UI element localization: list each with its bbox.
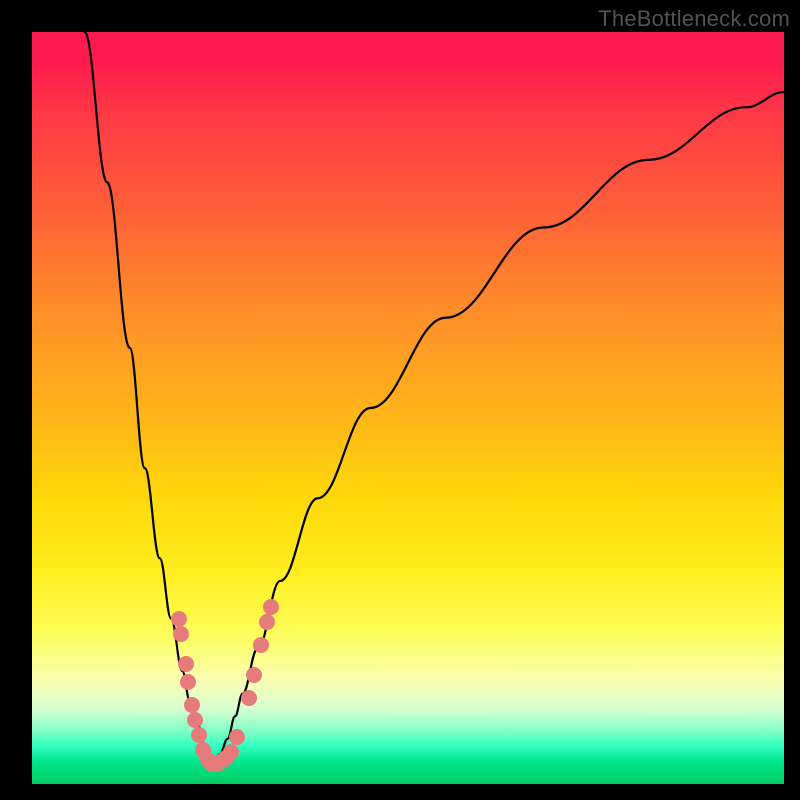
data-marker (171, 611, 187, 627)
data-marker (246, 667, 262, 683)
data-marker (173, 626, 189, 642)
data-marker (178, 656, 194, 672)
plot-area (32, 32, 784, 784)
chart-frame: TheBottleneck.com (0, 0, 800, 800)
data-marker (191, 727, 207, 743)
data-marker (241, 690, 257, 706)
data-marker (223, 744, 239, 760)
data-marker (263, 599, 279, 615)
data-marker (229, 729, 245, 745)
data-marker (253, 637, 269, 653)
data-marker (187, 712, 203, 728)
data-marker (259, 614, 275, 630)
watermark-text: TheBottleneck.com (598, 6, 790, 32)
bottleneck-curve (32, 32, 784, 784)
data-marker (184, 697, 200, 713)
data-marker (180, 674, 196, 690)
